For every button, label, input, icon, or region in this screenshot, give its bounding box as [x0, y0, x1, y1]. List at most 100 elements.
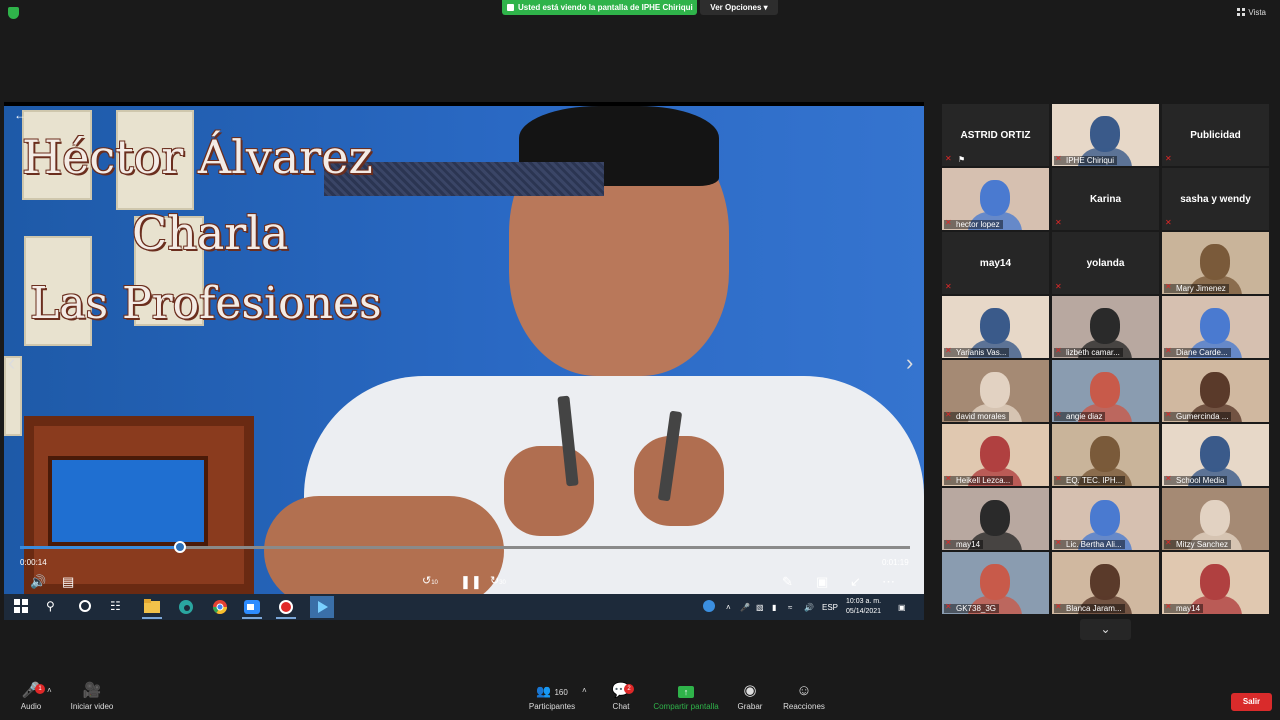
audio-options-caret[interactable]: ˄ — [47, 686, 52, 695]
participant-silhouette — [980, 500, 1010, 536]
participant-silhouette — [1200, 308, 1230, 344]
volume-icon[interactable]: 🔊 — [30, 574, 46, 590]
participant-tile[interactable]: Mitzy Sanchez ✕ — [1162, 488, 1269, 550]
overlay-topic: Las Profesiones — [30, 278, 382, 329]
participant-tile[interactable]: School Media ✕ — [1162, 424, 1269, 486]
participant-tile[interactable]: yolanda ✕ — [1052, 232, 1159, 294]
participant-tile[interactable]: EQ. TEC. IPH... ✕ — [1052, 424, 1159, 486]
notifications-icon[interactable]: ▣ — [898, 603, 906, 612]
participant-tile[interactable]: IPHE Chiriqui ✕ — [1052, 104, 1159, 166]
task-view-icon[interactable]: ☷ — [110, 599, 126, 615]
language-indicator[interactable]: ESP — [822, 603, 838, 612]
chrome-icon[interactable] — [212, 599, 228, 615]
participant-tile[interactable]: may14 ✕ — [1162, 552, 1269, 614]
back-arrow-icon[interactable]: ← — [14, 108, 26, 122]
muted-mic-icon: ✕ — [945, 346, 952, 355]
grid-icon — [1237, 8, 1246, 16]
taskbar-clock[interactable]: 10:03 a. m. 05/14/2021 — [846, 597, 881, 617]
view-button[interactable]: Vista — [1237, 8, 1266, 17]
cortana-icon[interactable] — [78, 599, 94, 615]
participant-tile[interactable]: GK738_3G ✕ — [942, 552, 1049, 614]
next-arrow-icon[interactable]: › — [906, 350, 913, 376]
participant-tile[interactable]: Blanca Jaram... ✕ — [1052, 552, 1159, 614]
chevron-up-icon: ˄ — [582, 686, 587, 695]
previous-arrow-icon[interactable]: ‹ — [8, 350, 15, 376]
start-video-label: Iniciar video — [70, 702, 114, 711]
participant-tile[interactable]: david morales ✕ — [942, 360, 1049, 422]
participant-silhouette — [980, 308, 1010, 344]
participant-tile[interactable]: Karina ✕ — [1052, 168, 1159, 230]
participant-name: Mary Jimenez — [1164, 284, 1229, 293]
muted-mic-icon: ✕ — [1055, 154, 1062, 163]
participant-tile[interactable]: may14 ✕ — [942, 488, 1049, 550]
shield-icon[interactable] — [8, 7, 19, 19]
media-player-icon[interactable] — [310, 596, 334, 618]
battery-icon[interactable]: ▮ — [772, 603, 776, 612]
participant-tile[interactable]: Diane Carde... ✕ — [1162, 296, 1269, 358]
participant-tile[interactable]: ASTRID ORTIZ ✕ ⚑ — [942, 104, 1049, 166]
clock-date: 05/14/2021 — [846, 608, 882, 615]
network-globe-icon[interactable] — [702, 600, 716, 615]
participant-name: lizbeth camar... — [1054, 348, 1123, 357]
boy-hand — [504, 446, 594, 536]
participant-tile[interactable]: Publicidad ✕ — [1162, 104, 1269, 166]
speaker-tray-icon[interactable]: 🔊 — [804, 603, 814, 612]
muted-mic-icon: ✕ — [945, 282, 952, 291]
rewind-button[interactable]: ↺10 — [422, 574, 438, 587]
view-options-button[interactable]: Ver Opciones ▾ — [700, 0, 778, 15]
record-button[interactable]: ◉ Grabar — [734, 680, 766, 711]
screen-share-banner-text: Usted está viendo la pantalla de IPHE Ch… — [518, 3, 693, 12]
wifi-icon[interactable]: ≈ — [788, 603, 792, 612]
participant-tile[interactable]: Lic. Bertha Ali... ✕ — [1052, 488, 1159, 550]
participant-tile[interactable]: Heikell Lezca... ✕ — [942, 424, 1049, 486]
meeting-toolbar: 🎤 1 Audio ˄ 🎥 Iniciar video 👥 160 Partic… — [0, 680, 1280, 720]
shared-video-frame[interactable]: Héctor Álvarez Charla Las Profesiones ← … — [4, 106, 924, 594]
audio-button[interactable]: 🎤 1 Audio — [14, 680, 48, 711]
participants-options-caret[interactable]: ˄ — [582, 686, 587, 695]
pin-icon: ⚑ — [958, 155, 966, 164]
participants-button[interactable]: 👥 160 Participantes — [524, 680, 580, 711]
participants-icon: 👥 — [536, 684, 552, 698]
device-tray-icon[interactable]: ▧ — [756, 603, 764, 612]
elapsed-time: 0:00:14 — [20, 558, 47, 567]
collapse-icon[interactable]: ↙ — [850, 574, 861, 590]
pencil-icon[interactable]: ✎ — [782, 574, 793, 590]
participant-tile[interactable]: Gumercinda ... ✕ — [1162, 360, 1269, 422]
record-app-icon[interactable] — [276, 599, 296, 619]
screen-share-banner: Usted está viendo la pantalla de IPHE Ch… — [502, 0, 697, 15]
participant-tile[interactable]: lizbeth camar... ✕ — [1052, 296, 1159, 358]
gallery-next-page-button[interactable]: ⌄ — [1080, 619, 1131, 640]
edge-icon[interactable] — [178, 599, 194, 615]
start-video-button[interactable]: 🎥 Iniciar video — [66, 680, 118, 711]
participant-name: may14 — [979, 257, 1012, 269]
chevron-up-icon[interactable]: ˄ — [726, 603, 731, 612]
boy-hand — [634, 436, 724, 526]
windows-start-icon[interactable] — [14, 599, 30, 615]
muted-mic-icon: ✕ — [1165, 154, 1172, 163]
muted-mic-icon: ✕ — [1055, 346, 1062, 355]
screen-icon[interactable]: ▣ — [816, 574, 828, 590]
participant-tile[interactable]: Yarianis Vas... ✕ — [942, 296, 1049, 358]
more-options-icon[interactable]: ⋯ — [882, 574, 895, 590]
captions-icon[interactable]: ▤ — [62, 574, 74, 590]
participant-tile[interactable]: angie diaz ✕ — [1052, 360, 1159, 422]
muted-mic-icon: ✕ — [945, 538, 952, 547]
participant-tile[interactable]: may14 ✕ — [942, 232, 1049, 294]
participant-tile[interactable]: hector lopez ✕ — [942, 168, 1049, 230]
participant-tile[interactable]: sasha y wendy ✕ — [1162, 168, 1269, 230]
search-icon[interactable]: ⚲ — [46, 599, 62, 615]
zoom-app-icon[interactable] — [242, 599, 262, 619]
participant-name: sasha y wendy — [1180, 193, 1251, 205]
file-explorer-icon[interactable] — [142, 599, 162, 619]
reactions-button[interactable]: ☺ Reacciones — [780, 680, 828, 711]
leave-meeting-button[interactable]: Salir — [1231, 693, 1272, 711]
participant-silhouette — [980, 372, 1010, 408]
participant-tile[interactable]: Mary Jimenez ✕ — [1162, 232, 1269, 294]
pause-button[interactable]: ❚❚ — [460, 574, 482, 590]
video-seek-bar[interactable] — [20, 541, 910, 553]
forward-button[interactable]: ↻30 — [490, 574, 506, 587]
chat-button[interactable]: 💬 2 Chat — [606, 680, 636, 711]
share-screen-button[interactable]: ↑ Compartir pantalla — [648, 680, 724, 711]
microphone-tray-icon[interactable]: 🎤 — [740, 603, 750, 612]
overlay-name: Héctor Álvarez — [22, 130, 373, 184]
